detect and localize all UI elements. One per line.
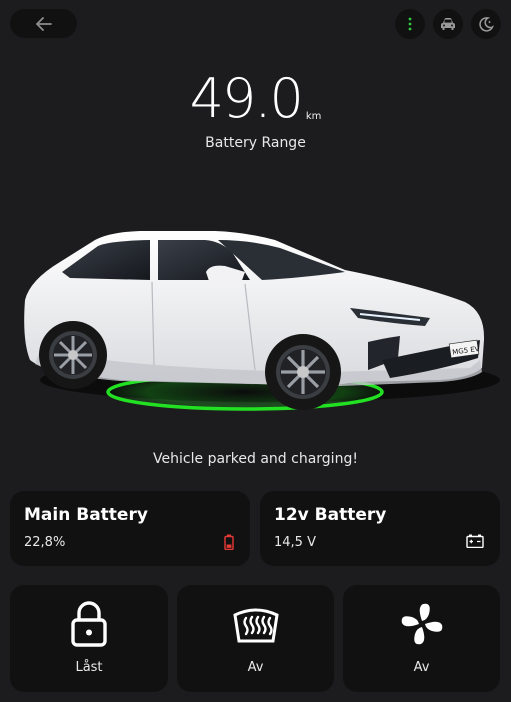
vehicle-status-text: Vehicle parked and charging! — [153, 451, 358, 467]
battery-low-icon — [224, 534, 234, 550]
car-battery-icon — [466, 534, 484, 548]
range-label: Battery Range — [205, 135, 306, 151]
lock-icon — [71, 601, 107, 647]
range-value: 49.0 — [189, 67, 304, 130]
lock-control-card[interactable]: Låst — [10, 585, 168, 692]
defrost-control-card[interactable]: Av — [177, 585, 334, 692]
rear-defrost-icon — [232, 608, 279, 643]
moon-icon — [479, 17, 494, 32]
battery-range-display: 49.0 km — [0, 72, 511, 126]
top-bar — [0, 0, 511, 46]
main-battery-title: Main Battery — [24, 505, 148, 525]
12v-battery-title: 12v Battery — [274, 505, 387, 525]
car-illustration: MG5 EV — [24, 231, 500, 412]
back-button[interactable] — [10, 9, 77, 38]
main-battery-card[interactable]: Main Battery 22,8% — [10, 491, 250, 566]
12v-battery-card[interactable]: 12v Battery 14,5 V — [260, 491, 500, 566]
fan-status-label: Av — [413, 660, 430, 675]
fan-icon — [401, 603, 442, 645]
main-battery-value: 22,8% — [24, 535, 66, 550]
arrow-left-icon — [35, 16, 52, 31]
12v-battery-value: 14,5 V — [274, 535, 316, 550]
car-icon — [441, 18, 455, 30]
more-options-button[interactable] — [395, 9, 425, 39]
rear-wheel — [39, 321, 107, 389]
vehicle-image: MG5 EV — [0, 200, 511, 430]
front-wheel — [265, 334, 341, 410]
lock-status-label: Låst — [75, 660, 103, 675]
vehicle-button[interactable] — [433, 9, 463, 39]
night-mode-button[interactable] — [471, 9, 501, 39]
fan-control-card[interactable]: Av — [343, 585, 500, 692]
defrost-status-label: Av — [247, 660, 264, 675]
vertical-dots-icon — [408, 17, 412, 31]
range-unit: km — [305, 111, 322, 122]
